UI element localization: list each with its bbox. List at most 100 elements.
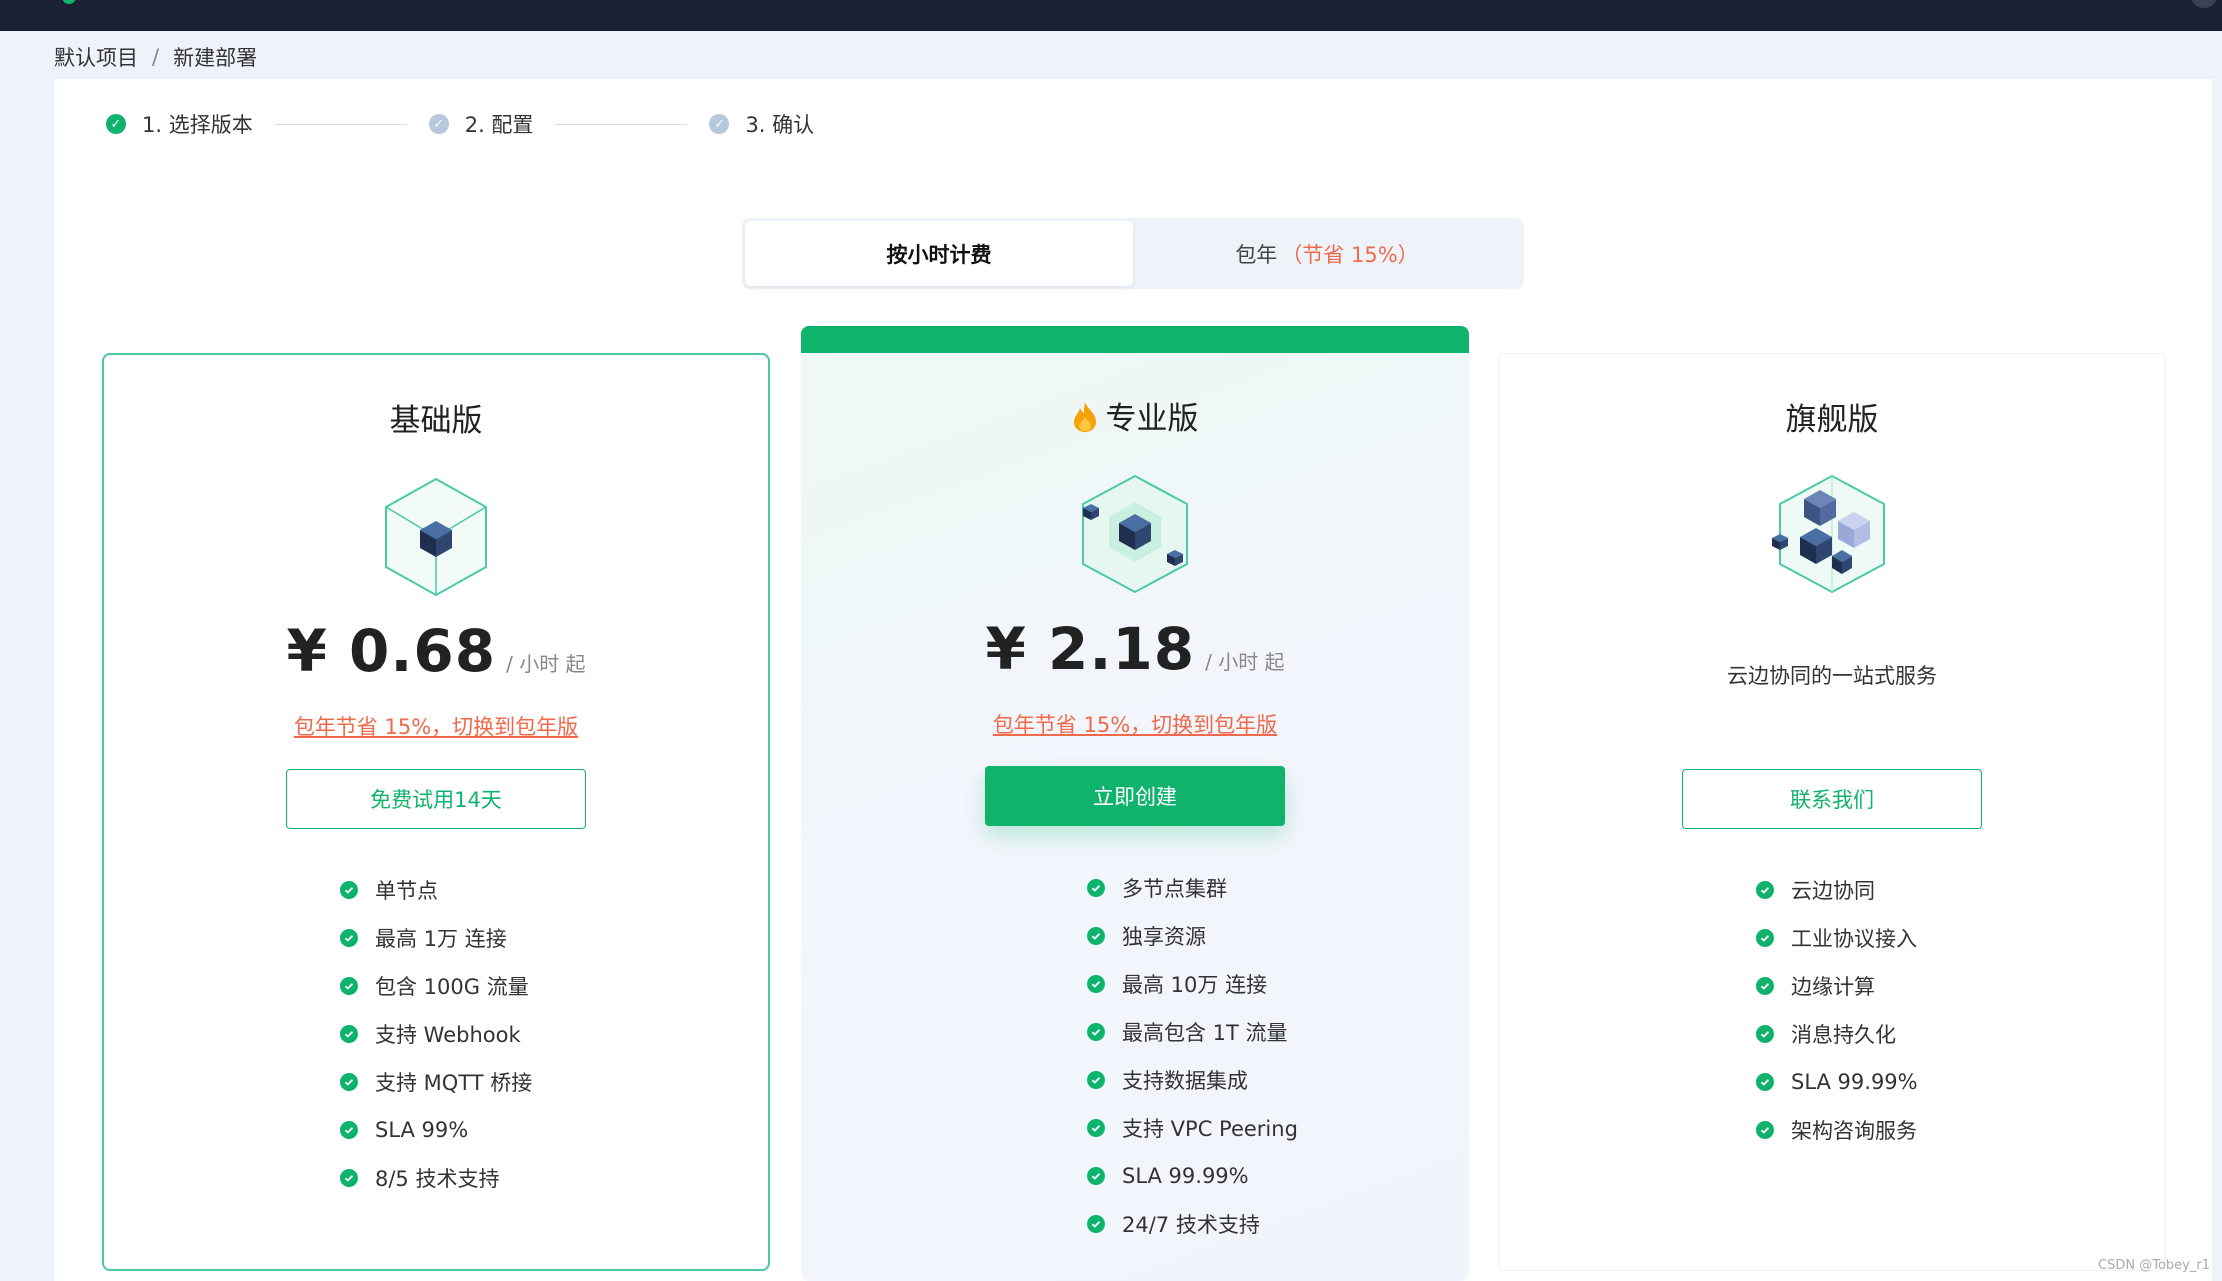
billing-yearly-save: （节省 15%） — [1281, 242, 1419, 267]
feature-text: 云边协同 — [1791, 879, 1875, 903]
check-circle-icon — [1087, 975, 1105, 993]
check-circle-icon — [1087, 927, 1105, 945]
step-label: 1. 选择版本 — [142, 113, 253, 137]
billing-hourly-tab[interactable]: 按小时计费 — [745, 221, 1133, 286]
billing-yearly-label: 包年 — [1235, 242, 1278, 267]
feature-text: 支持 Webhook — [375, 1023, 521, 1047]
breadcrumb-current: 新建部署 — [173, 46, 258, 70]
check-circle-icon — [1756, 1073, 1774, 1091]
feature-item: 支持 VPC Peering — [1087, 1104, 1298, 1152]
feature-item: 包含 100G 流量 — [340, 962, 532, 1010]
feature-item: 云边协同 — [1756, 866, 1918, 914]
check-circle-icon — [340, 1025, 358, 1043]
feature-item: 多节点集群 — [1087, 864, 1298, 912]
cube-cluster-icon — [1772, 474, 1885, 594]
watermark: CSDN @Tobey_r1 — [2098, 1258, 2210, 1273]
feature-item: 支持数据集成 — [1087, 1056, 1298, 1104]
step-label: 3. 确认 — [745, 113, 815, 137]
plan-title: 专业版 — [801, 393, 1469, 438]
check-circle-icon — [1087, 879, 1105, 897]
feature-text: 工业协议接入 — [1791, 927, 1917, 951]
cubes-icon — [1082, 474, 1188, 594]
free-trial-button[interactable]: 免费试用14天 — [286, 769, 586, 829]
feature-text: 多节点集群 — [1122, 877, 1227, 901]
feature-text: 8/5 技术支持 — [375, 1167, 500, 1191]
yearly-promo-link[interactable]: 包年节省 15%，切换到包年版 — [801, 709, 1469, 739]
plan-title-text: 专业版 — [1105, 401, 1199, 437]
breadcrumb-separator: / — [152, 45, 160, 69]
plan-card-flagship: 旗舰版 云边协同的一站式服务 联系我们 云边协同 工业协议接入 边缘计算 消息持… — [1498, 353, 2166, 1271]
check-circle-icon — [1756, 1121, 1774, 1139]
feature-text: 支持 MQTT 桥接 — [375, 1071, 533, 1095]
feature-item: SLA 99.99% — [1756, 1058, 1918, 1106]
feature-text: 包含 100G 流量 — [375, 975, 529, 999]
check-circle-icon — [340, 1073, 358, 1091]
feature-item: SLA 99% — [340, 1106, 532, 1154]
check-circle-icon — [340, 881, 358, 899]
feature-text: SLA 99.99% — [1122, 1164, 1249, 1188]
contact-us-button[interactable]: 联系我们 — [1682, 769, 1982, 829]
create-now-button[interactable]: 立即创建 — [985, 766, 1285, 826]
recommended-ribbon — [801, 326, 1469, 353]
yearly-promo-link[interactable]: 包年节省 15%，切换到包年版 — [104, 711, 768, 741]
check-circle-icon — [1756, 977, 1774, 995]
step-label: 2. 配置 — [464, 113, 534, 137]
check-circle-icon — [340, 929, 358, 947]
feature-text: 架构咨询服务 — [1791, 1119, 1917, 1143]
price-amount: ¥ 0.68 — [286, 617, 497, 685]
feature-text: 消息持久化 — [1791, 1023, 1896, 1047]
breadcrumb-project[interactable]: 默认项目 — [54, 42, 138, 72]
feature-text: 边缘计算 — [1791, 975, 1875, 999]
feature-item: 支持 Webhook — [340, 1010, 532, 1058]
check-circle-icon — [1087, 1167, 1105, 1185]
check-circle-icon: ✓ — [428, 114, 449, 134]
feature-text: 最高 1万 连接 — [375, 927, 507, 951]
feature-list: 单节点 最高 1万 连接 包含 100G 流量 支持 Webhook 支持 MQ… — [340, 866, 532, 1202]
check-circle-icon — [340, 1169, 358, 1187]
check-circle-icon: ✓ — [106, 114, 126, 134]
step-select-version: ✓ 1. 选择版本 — [106, 109, 253, 139]
billing-toggle: 按小时计费 包年 （节省 15%） — [742, 218, 1524, 289]
step-configure: ✓ 2. 配置 — [428, 109, 534, 139]
feature-item: 消息持久化 — [1756, 1010, 1918, 1058]
plan-title: 旗舰版 — [1785, 402, 1879, 438]
step-connector — [555, 123, 688, 125]
feature-item: 独享资源 — [1087, 912, 1298, 960]
price-unit: / 小时 起 — [1205, 650, 1285, 674]
check-circle-icon: ✓ — [709, 114, 730, 134]
feature-item: 支持 MQTT 桥接 — [340, 1058, 532, 1106]
check-circle-icon — [340, 1121, 358, 1139]
feature-list: 多节点集群 独享资源 最高 10万 连接 最高包含 1T 流量 支持数据集成 支… — [1087, 864, 1298, 1248]
feature-item: SLA 99.99% — [1087, 1152, 1298, 1200]
check-circle-icon — [1756, 881, 1774, 899]
check-circle-icon — [1087, 1215, 1105, 1233]
feature-text: 支持数据集成 — [1122, 1069, 1248, 1093]
plan-price: ¥ 0.68 / 小时 起 — [104, 617, 768, 685]
feature-text: 支持 VPC Peering — [1122, 1117, 1298, 1141]
feature-item: 工业协议接入 — [1756, 914, 1918, 962]
feature-list: 云边协同 工业协议接入 边缘计算 消息持久化 SLA 99.99% 架构咨询服务 — [1756, 866, 1918, 1154]
feature-item: 最高 10万 连接 — [1087, 960, 1298, 1008]
breadcrumb: 默认项目 / 新建部署 — [54, 41, 257, 73]
main-panel: ✓ 1. 选择版本 ✓ 2. 配置 ✓ 3. 确认 按小时计费 包年 （节省 15… — [54, 79, 2212, 1281]
feature-item: 最高包含 1T 流量 — [1087, 1008, 1298, 1056]
step-connector — [274, 123, 407, 125]
feature-text: 最高包含 1T 流量 — [1122, 1021, 1288, 1045]
top-nav-bar — [0, 0, 2222, 31]
user-avatar[interactable] — [2192, 0, 2216, 8]
billing-hourly-label: 按小时计费 — [886, 242, 992, 267]
feature-text: 最高 10万 连接 — [1122, 973, 1268, 997]
plan-tagline: 云边协同的一站式服务 — [1727, 664, 1937, 688]
plan-price: ¥ 2.18 / 小时 起 — [801, 615, 1469, 683]
billing-yearly-tab[interactable]: 包年 （节省 15%） — [1133, 221, 1521, 286]
feature-text: 24/7 技术支持 — [1122, 1213, 1260, 1237]
plan-card-basic: 基础版 ¥ 0.68 / 小时 起 包年节省 15%，切换到包年版 免费试用14天… — [102, 353, 770, 1271]
check-circle-icon — [1756, 1025, 1774, 1043]
feature-item: 单节点 — [340, 866, 532, 914]
check-circle-icon — [1087, 1071, 1105, 1089]
fire-icon — [1073, 402, 1096, 432]
logo-icon[interactable] — [62, 0, 76, 4]
check-circle-icon — [1756, 929, 1774, 947]
step-confirm: ✓ 3. 确认 — [709, 109, 814, 139]
feature-item: 边缘计算 — [1756, 962, 1918, 1010]
